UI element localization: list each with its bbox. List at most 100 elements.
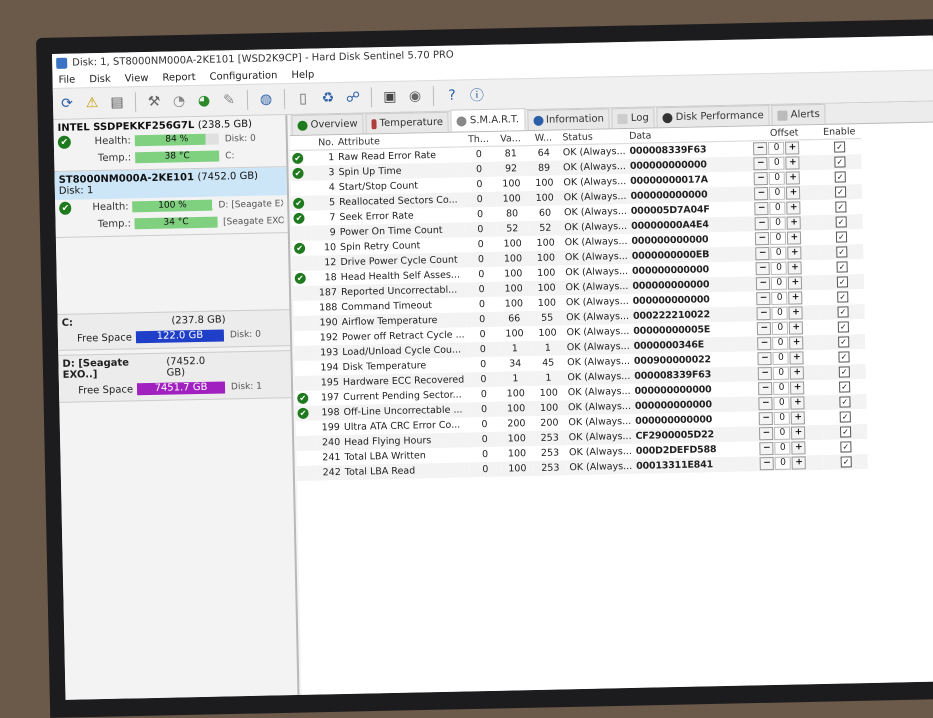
disk-check-icon[interactable]: ◕ — [194, 91, 214, 111]
enable-checkbox[interactable]: ✓ — [836, 261, 848, 273]
alert-icon[interactable]: ⚠ — [82, 93, 102, 113]
offset-decrease-button[interactable]: − — [759, 426, 774, 441]
offset-increase-button[interactable]: + — [791, 426, 806, 440]
enable-checkbox[interactable]: ✓ — [836, 246, 848, 258]
offset-decrease-button[interactable]: − — [756, 277, 771, 291]
enable-checkbox[interactable]: ✓ — [835, 231, 848, 243]
offset-increase-button[interactable]: + — [789, 336, 804, 350]
offset-decrease-button[interactable]: − — [759, 411, 774, 426]
offset-increase-button[interactable]: + — [787, 231, 802, 245]
offset-decrease-button[interactable]: − — [753, 157, 768, 171]
offset-value[interactable]: 0 — [771, 291, 788, 305]
disk-test-icon[interactable]: ◔ — [169, 91, 189, 111]
offset-decrease-button[interactable]: − — [757, 321, 772, 336]
tab-temperature[interactable]: Temperature — [365, 111, 450, 134]
offset-decrease-button[interactable]: − — [757, 336, 772, 351]
offset-value[interactable]: 0 — [769, 201, 786, 215]
offset-increase-button[interactable]: + — [790, 381, 805, 395]
tab-smart[interactable]: S.M.A.R.T. — [450, 108, 526, 132]
offset-increase-button[interactable]: + — [786, 171, 801, 185]
menu-file[interactable]: File — [58, 74, 75, 85]
offset-value[interactable]: 0 — [774, 411, 791, 425]
info-icon[interactable]: ⓘ — [467, 85, 487, 105]
menu-help[interactable]: Help — [291, 69, 314, 80]
enable-checkbox[interactable]: ✓ — [833, 141, 846, 153]
enable-checkbox[interactable]: ✓ — [837, 306, 849, 318]
globe-icon[interactable]: ◍ — [256, 89, 276, 109]
offset-decrease-button[interactable]: − — [758, 381, 773, 396]
offset-value[interactable]: 0 — [770, 231, 787, 245]
offset-decrease-button[interactable]: − — [759, 441, 774, 456]
offset-increase-button[interactable]: + — [787, 261, 803, 275]
offset-value[interactable]: 0 — [772, 336, 789, 350]
disk-icon[interactable]: ▤ — [107, 92, 127, 112]
tab-overview[interactable]: Overview — [291, 113, 364, 135]
enable-checkbox[interactable]: ✓ — [838, 366, 850, 378]
offset-increase-button[interactable]: + — [788, 291, 803, 305]
offset-increase-button[interactable]: + — [791, 411, 806, 425]
monitor-icon[interactable]: ▣ — [380, 87, 400, 107]
col-value[interactable]: Va... — [494, 131, 527, 147]
offset-value[interactable]: 0 — [773, 396, 791, 410]
col-enable[interactable]: Enable — [817, 124, 862, 140]
offset-increase-button[interactable]: + — [790, 366, 805, 380]
enable-checkbox[interactable]: ✓ — [837, 336, 850, 348]
disk-entry-selected[interactable]: ST8000NM000A-2KE101 (7452.0 GB) Disk: 1 … — [54, 167, 288, 238]
col-worst[interactable]: W... — [526, 130, 561, 146]
offset-increase-button[interactable]: + — [791, 456, 807, 470]
offset-increase-button[interactable]: + — [791, 441, 806, 455]
offset-increase-button[interactable]: + — [785, 156, 800, 170]
offset-value[interactable]: 0 — [773, 381, 790, 395]
offset-increase-button[interactable]: + — [786, 186, 801, 200]
offset-decrease-button[interactable]: − — [754, 217, 770, 231]
offset-value[interactable]: 0 — [768, 156, 785, 171]
offset-increase-button[interactable]: + — [788, 306, 804, 320]
offset-value[interactable]: 0 — [770, 246, 787, 260]
col-offset[interactable]: Offset — [751, 124, 818, 141]
offset-value[interactable]: 0 — [771, 276, 788, 290]
volume-entry[interactable]: D: [Seagate EXO..] (7452.0 GB) Free Spac… — [58, 350, 292, 403]
disk-entry[interactable]: INTEL SSDPEKKF256G7L (238.5 GB) ✔ Health… — [53, 115, 287, 172]
enable-checkbox[interactable]: ✓ — [840, 456, 852, 468]
offset-decrease-button[interactable]: − — [758, 396, 774, 411]
menu-view[interactable]: View — [125, 72, 149, 83]
enable-checkbox[interactable]: ✓ — [839, 396, 851, 408]
enable-checkbox[interactable]: ✓ — [835, 216, 847, 228]
offset-value[interactable]: 0 — [772, 321, 789, 335]
enable-checkbox[interactable]: ✓ — [834, 156, 846, 168]
offset-decrease-button[interactable]: − — [753, 142, 768, 156]
offset-decrease-button[interactable]: − — [758, 366, 773, 381]
enable-checkbox[interactable]: ✓ — [839, 426, 852, 438]
tab-disk-performance[interactable]: Disk Performance — [656, 104, 770, 128]
enable-checkbox[interactable]: ✓ — [837, 321, 849, 333]
offset-decrease-button[interactable]: − — [754, 172, 769, 186]
sync-icon[interactable]: ♻ — [318, 88, 338, 108]
offset-value[interactable]: 0 — [772, 351, 790, 365]
offset-value[interactable]: 0 — [774, 441, 791, 455]
offset-decrease-button[interactable]: − — [757, 351, 773, 366]
tab-alerts[interactable]: Alerts — [771, 103, 826, 125]
offset-decrease-button[interactable]: − — [755, 247, 770, 261]
offset-decrease-button[interactable]: − — [754, 187, 769, 201]
offset-decrease-button[interactable]: − — [755, 262, 771, 276]
tool-icon[interactable]: ⚒ — [144, 92, 164, 112]
tab-information[interactable]: Information — [526, 108, 611, 131]
report-icon[interactable]: ▯ — [293, 89, 313, 109]
offset-value[interactable]: 0 — [769, 186, 786, 201]
enable-checkbox[interactable]: ✓ — [834, 171, 846, 183]
offset-increase-button[interactable]: + — [786, 201, 801, 215]
offset-value[interactable]: 0 — [769, 216, 787, 230]
disk-repair-icon[interactable]: ✎ — [219, 90, 239, 110]
enable-checkbox[interactable]: ✓ — [834, 186, 847, 198]
col-status[interactable]: Status — [560, 128, 628, 145]
offset-increase-button[interactable]: + — [788, 276, 803, 290]
enable-checkbox[interactable]: ✓ — [835, 201, 847, 213]
offset-increase-button[interactable]: + — [789, 351, 805, 365]
network-icon[interactable]: ☍ — [343, 87, 363, 107]
enable-checkbox[interactable]: ✓ — [839, 411, 851, 423]
offset-decrease-button[interactable]: − — [754, 202, 769, 216]
enable-checkbox[interactable]: ✓ — [836, 276, 848, 288]
col-no[interactable]: No. — [309, 135, 337, 151]
offset-increase-button[interactable]: + — [790, 396, 806, 410]
offset-value[interactable]: 0 — [773, 366, 790, 380]
